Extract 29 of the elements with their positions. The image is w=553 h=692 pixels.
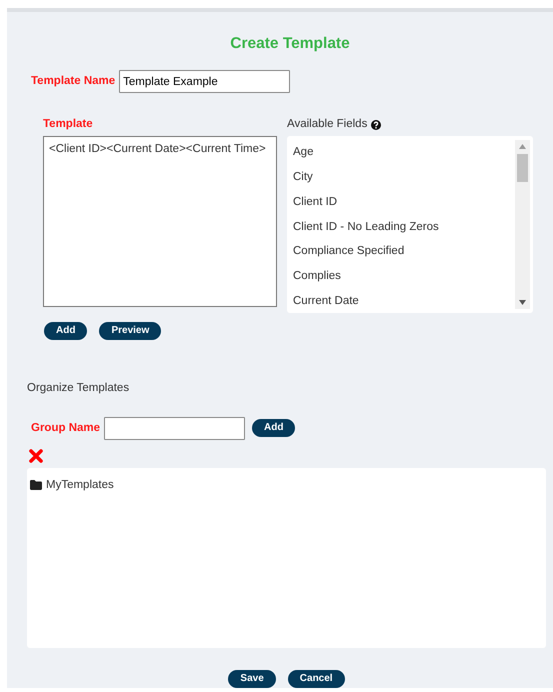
- delete-icon[interactable]: [29, 448, 43, 463]
- field-label: Template: [43, 117, 94, 132]
- field-label: Group Name: [31, 420, 100, 436]
- section-heading: Organize Templates: [27, 380, 130, 396]
- scroll-thumb[interactable]: [517, 154, 528, 182]
- footer-button[interactable]: Cancel: [288, 670, 345, 688]
- list-item[interactable]: Client ID: [293, 190, 515, 215]
- list-item[interactable]: Compliance Specified: [293, 239, 515, 264]
- list-item[interactable]: Client ID - No Leading Zeros: [293, 214, 515, 240]
- footer-button[interactable]: Save: [228, 670, 276, 688]
- pill-button[interactable]: Add: [44, 322, 88, 340]
- scroll-up-icon: [519, 144, 526, 150]
- field-label: Template Name: [31, 74, 116, 89]
- list-item[interactable]: City: [293, 165, 515, 190]
- list-item[interactable]: Current Date: [293, 289, 515, 314]
- list-item[interactable]: Age: [293, 140, 515, 166]
- scrollbar[interactable]: [515, 140, 530, 310]
- pill-button[interactable]: Preview: [99, 322, 162, 340]
- folder-icon: [30, 480, 42, 490]
- add-button[interactable]: Add: [252, 419, 296, 438]
- template-text-area[interactable]: <Client ID><Current Date><Current Time>: [43, 136, 277, 308]
- list-item[interactable]: Complies: [293, 264, 515, 290]
- tree-item[interactable]: MyTemplates: [46, 476, 114, 494]
- scroll-down-icon: [519, 300, 526, 306]
- help-icon: [371, 120, 382, 130]
- template-name-field[interactable]: Template Example: [119, 70, 290, 93]
- field-label: Available Fields: [287, 117, 368, 132]
- group-name-field[interactable]: [104, 416, 246, 440]
- page-title: Create Template: [229, 34, 351, 54]
